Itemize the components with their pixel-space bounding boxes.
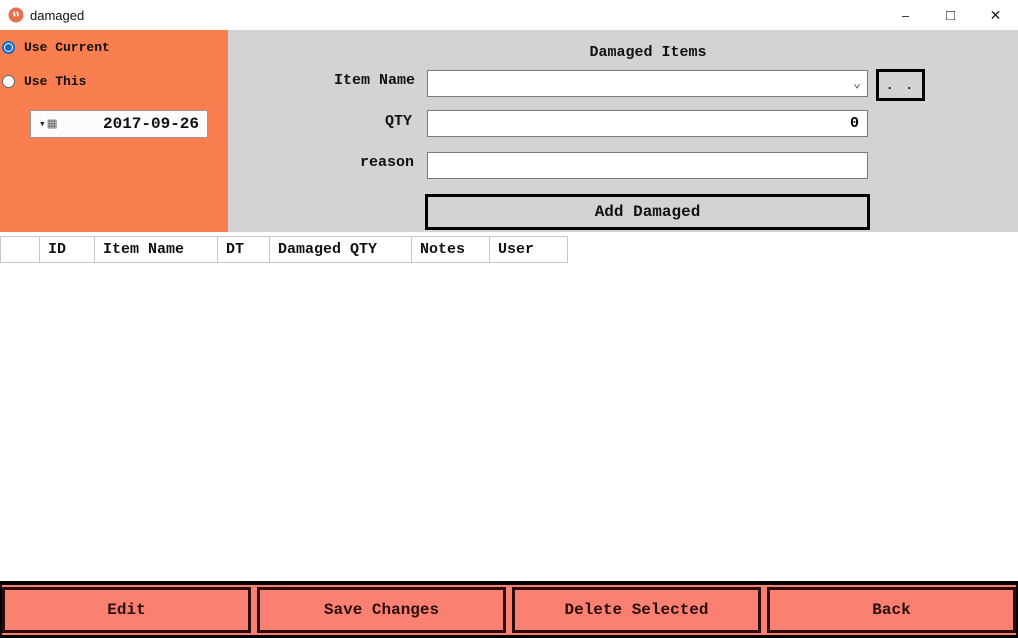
edit-button[interactable]: Edit bbox=[2, 587, 251, 633]
table-header-user[interactable]: User bbox=[490, 236, 568, 263]
item-name-label: Item Name bbox=[227, 72, 415, 89]
radio-unselected-icon[interactable] bbox=[2, 75, 15, 88]
date-picker[interactable]: ▾ ▦ 2017-09-26 bbox=[30, 110, 208, 138]
add-damaged-button[interactable]: Add Damaged bbox=[425, 194, 870, 230]
window-title: damaged bbox=[30, 8, 84, 23]
qty-input[interactable] bbox=[427, 110, 868, 137]
app-window: damaged – □ ✕ Use Current Use This ▾ ▦ 2… bbox=[0, 0, 1018, 638]
table-header-select[interactable] bbox=[0, 236, 40, 263]
reason-label: reason bbox=[227, 154, 414, 171]
table-header-damaged-qty[interactable]: Damaged QTY bbox=[270, 236, 412, 263]
table-header-notes[interactable]: Notes bbox=[412, 236, 490, 263]
radio-use-this-label: Use This bbox=[24, 74, 86, 89]
save-changes-button[interactable]: Save Changes bbox=[257, 587, 506, 633]
panel-title: Damaged Items bbox=[427, 44, 869, 61]
maximize-button[interactable]: □ bbox=[928, 0, 973, 30]
table-header-row: ID Item Name DT Damaged QTY Notes User bbox=[0, 236, 568, 263]
date-selection-panel: Use Current Use This ▾ ▦ 2017-09-26 bbox=[0, 30, 228, 232]
app-icon bbox=[8, 7, 24, 23]
footer-button-bar: Edit Save Changes Delete Selected Back bbox=[0, 581, 1018, 638]
title-bar: damaged – □ ✕ bbox=[0, 0, 1018, 30]
calendar-icon: ▦ bbox=[48, 117, 57, 132]
item-name-input[interactable] bbox=[428, 71, 847, 96]
date-value[interactable]: 2017-09-26 bbox=[57, 115, 207, 133]
reason-input[interactable] bbox=[427, 152, 868, 179]
qty-label: QTY bbox=[227, 113, 412, 130]
chevron-down-icon[interactable]: ⌄ bbox=[847, 76, 867, 91]
item-name-combobox[interactable]: ⌄ bbox=[427, 70, 868, 97]
back-button[interactable]: Back bbox=[767, 587, 1016, 633]
browse-button[interactable]: . . bbox=[876, 69, 925, 101]
damaged-items-table: ID Item Name DT Damaged QTY Notes User bbox=[0, 232, 1018, 581]
table-body-empty bbox=[0, 263, 1018, 581]
delete-selected-button[interactable]: Delete Selected bbox=[512, 587, 761, 633]
dropdown-arrow-icon[interactable]: ▾ bbox=[39, 117, 46, 131]
radio-selected-icon[interactable] bbox=[2, 41, 15, 54]
table-header-dt[interactable]: DT bbox=[218, 236, 270, 263]
radio-use-current[interactable]: Use Current bbox=[2, 40, 110, 55]
close-button[interactable]: ✕ bbox=[973, 0, 1018, 30]
table-header-id[interactable]: ID bbox=[40, 236, 95, 263]
radio-use-current-label: Use Current bbox=[24, 40, 110, 55]
radio-use-this[interactable]: Use This bbox=[2, 74, 86, 89]
minimize-button[interactable]: – bbox=[883, 0, 928, 30]
table-header-item-name[interactable]: Item Name bbox=[95, 236, 218, 263]
